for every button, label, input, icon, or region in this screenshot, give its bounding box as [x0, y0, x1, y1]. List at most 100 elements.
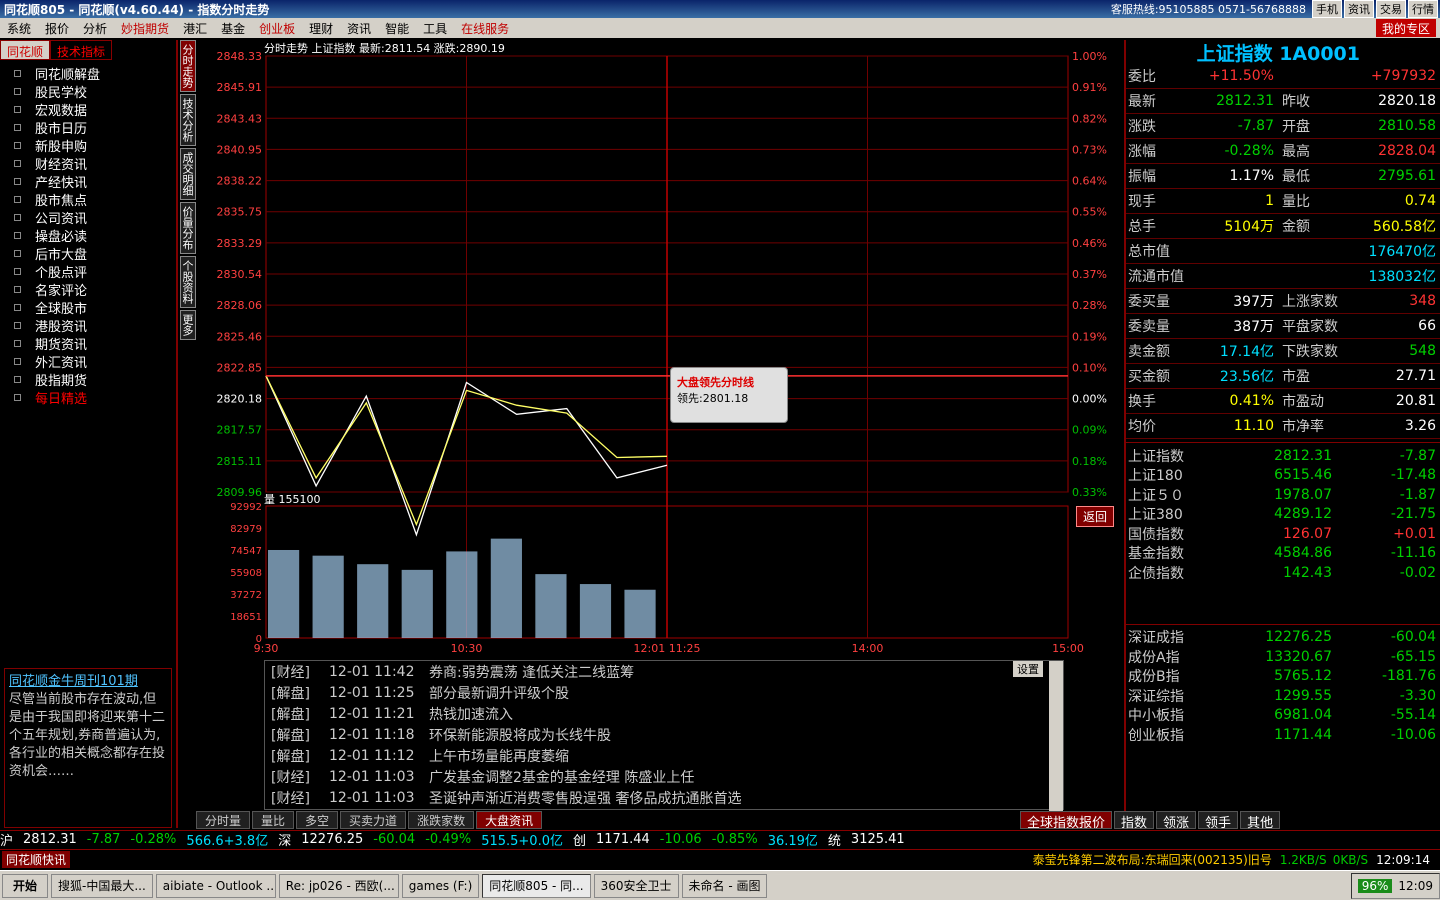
- index-row[interactable]: 深证综指 1299.55 -3.30: [1126, 686, 1440, 706]
- vertical-tab-3[interactable]: 价量分布: [180, 202, 196, 254]
- menu-item-6[interactable]: 创业板: [252, 20, 302, 37]
- right-tab-0[interactable]: 全球指数报价: [1020, 811, 1113, 831]
- menu-item-2[interactable]: 分析: [76, 20, 114, 37]
- bottom-tab-3[interactable]: 买卖力道: [340, 811, 407, 829]
- nav-item-4[interactable]: 新股申购: [14, 136, 176, 155]
- nav-item-9[interactable]: 操盘必读: [14, 226, 176, 245]
- back-button[interactable]: 返回: [1076, 506, 1115, 527]
- bottom-tab-0[interactable]: 分时量: [196, 811, 251, 829]
- news-row[interactable]: [解盘] 12-01 11:12 上午市场量能再度萎缩: [265, 745, 1063, 766]
- index-row[interactable]: 成份A指 13320.67 -65.15: [1126, 647, 1440, 667]
- titlebar-button-quote[interactable]: 行情: [1408, 0, 1438, 18]
- nav-item-0[interactable]: 同花顺解盘: [14, 64, 176, 83]
- flash-news-badge[interactable]: 同花顺快讯: [2, 851, 71, 868]
- index-row[interactable]: 中小板指 6981.04 -55.14: [1126, 706, 1440, 726]
- vertical-tab-0[interactable]: 分时走势: [180, 40, 196, 92]
- weekly-news-headline[interactable]: 同花顺金牛周刊101期: [9, 673, 167, 691]
- my-zone-button[interactable]: 我的专区: [1375, 19, 1436, 37]
- taskbar-task-5[interactable]: 360安全卫士: [593, 873, 679, 898]
- tab-indicators[interactable]: 技术指标: [50, 40, 113, 60]
- quote-label: 流通市值: [1128, 269, 1184, 285]
- taskbar-task-1[interactable]: aibiate - Outlook ...: [155, 873, 276, 898]
- news-row[interactable]: [解盘] 12-01 11:18 环保新能源股将成为长线牛股: [265, 724, 1063, 745]
- news-category: [财经]: [271, 664, 310, 681]
- nav-item-2[interactable]: 宏观数据: [14, 100, 176, 119]
- price-tick-label: 2835.75: [217, 206, 263, 219]
- nav-item-17[interactable]: 股指期货: [14, 370, 176, 389]
- bottom-tab-4[interactable]: 涨跌家数: [408, 811, 475, 829]
- news-scrollbar[interactable]: [1049, 661, 1063, 811]
- index-row[interactable]: 上证180 6515.46 -17.48: [1126, 466, 1440, 486]
- taskbar-task-4[interactable]: 同花顺805 - 同...: [482, 873, 591, 898]
- bottom-tab-2[interactable]: 多空: [296, 811, 339, 829]
- start-button[interactable]: 开始: [2, 873, 49, 898]
- index-row[interactable]: 国债指数 126.07 +0.01: [1126, 524, 1440, 544]
- menu-item-1[interactable]: 报价: [38, 20, 76, 37]
- news-row[interactable]: [财经] 12-01 11:03 圣诞钟声渐近消费零售股逞强 奢侈品成抗通胀首选: [265, 787, 1063, 808]
- index-row[interactable]: 企债指数 142.43 -0.02: [1126, 563, 1440, 583]
- menu-item-0[interactable]: 系统: [0, 20, 38, 37]
- taskbar-task-3[interactable]: games (F:): [401, 873, 480, 898]
- index-row[interactable]: 创业板指 1171.44 -10.06: [1126, 725, 1440, 745]
- menu-item-5[interactable]: 基金: [214, 20, 252, 37]
- nav-item-8[interactable]: 公司资讯: [14, 208, 176, 227]
- nav-item-12[interactable]: 名家评论: [14, 280, 176, 299]
- right-tab-3[interactable]: 领手: [1198, 811, 1239, 831]
- menu-item-4[interactable]: 港汇: [176, 20, 214, 37]
- bottom-tab-1[interactable]: 量比: [252, 811, 295, 829]
- vertical-tab-2[interactable]: 成交明细: [180, 148, 196, 200]
- index-row[interactable]: 基金指数 4584.86 -11.16: [1126, 544, 1440, 564]
- nav-item-5[interactable]: 财经资讯: [14, 154, 176, 173]
- ticker-text[interactable]: 泰莹先锋第二波布局:东瑞回来(002135)旧号: [1033, 851, 1272, 868]
- menu-item-11[interactable]: 在线服务: [454, 20, 516, 37]
- pct-tick-label: 0.46%: [1072, 237, 1107, 250]
- taskbar-task-0[interactable]: 搜狐-中国最大...: [51, 873, 153, 898]
- right-tab-2[interactable]: 领涨: [1156, 811, 1197, 831]
- bottom-tab-5[interactable]: 大盘资讯: [476, 811, 543, 829]
- taskbar-task-2[interactable]: Re: jp026 - 西欧(...: [278, 873, 399, 898]
- menu-item-9[interactable]: 智能: [378, 20, 416, 37]
- right-tab-4[interactable]: 其他: [1240, 811, 1281, 831]
- titlebar-button-phone[interactable]: 手机: [1312, 0, 1342, 18]
- titlebar-button-trade[interactable]: 交易: [1376, 0, 1406, 18]
- index-change: -3.30: [1399, 687, 1436, 704]
- index-row[interactable]: 深证成指 12276.25 -60.04: [1126, 628, 1440, 648]
- nav-item-18[interactable]: 每日精选: [14, 388, 176, 407]
- nav-item-14[interactable]: 港股资讯: [14, 316, 176, 335]
- status-item-13: -0.85%: [711, 832, 758, 847]
- vertical-tab-5[interactable]: 更多: [180, 310, 196, 340]
- nav-item-13[interactable]: 全球股市: [14, 298, 176, 317]
- nav-item-10[interactable]: 后市大盘: [14, 244, 176, 263]
- nav-item-6[interactable]: 产经快讯: [14, 172, 176, 191]
- news-row[interactable]: [解盘] 12-01 11:21 热钱加速流入: [265, 703, 1063, 724]
- vertical-tab-4[interactable]: 个股资料: [180, 256, 196, 308]
- nav-item-7[interactable]: 股市焦点: [14, 190, 176, 209]
- volume-bar: [490, 538, 522, 638]
- menu-item-8[interactable]: 资讯: [340, 20, 378, 37]
- intraday-chart[interactable]: 2848.33 1.00% 2845.91 0.91% 2843.43 0.82% 2840…: [196, 40, 1124, 660]
- index-row[interactable]: 上证指数 2812.31 -7.87: [1126, 446, 1440, 466]
- right-tab-1[interactable]: 指数: [1114, 811, 1155, 831]
- nav-item-15[interactable]: 期货资讯: [14, 334, 176, 353]
- quote-label: 均价: [1128, 419, 1156, 435]
- nav-item-11[interactable]: 个股点评: [14, 262, 176, 281]
- nav-item-1[interactable]: 股民学校: [14, 82, 176, 101]
- nav-item-3[interactable]: 股市日历: [14, 118, 176, 137]
- vertical-tab-1[interactable]: 技术分析: [180, 94, 196, 146]
- news-row[interactable]: [财经] 12-01 11:03 广发基金调整2基金的基金经理 陈盛业上任: [265, 766, 1063, 787]
- nav-item-16[interactable]: 外汇资讯: [14, 352, 176, 371]
- quote-value-2: 2795.61: [1378, 168, 1436, 184]
- tab-ths[interactable]: 同花顺: [0, 40, 51, 60]
- titlebar-button-info[interactable]: 资讯: [1344, 0, 1374, 18]
- news-settings-button[interactable]: 设置: [1013, 661, 1043, 677]
- index-row[interactable]: 上证５０ 1978.07 -1.87: [1126, 485, 1440, 505]
- menu-item-7[interactable]: 理财: [302, 20, 340, 37]
- index-row[interactable]: 上证380 4289.12 -21.75: [1126, 505, 1440, 525]
- menu-item-10[interactable]: 工具: [416, 20, 454, 37]
- news-row[interactable]: [财经] 12-01 11:42 券商:弱势震荡 逢低关注二线蓝筹: [265, 661, 1063, 682]
- index-row[interactable]: 成份B指 5765.12 -181.76: [1126, 667, 1440, 687]
- news-row[interactable]: [解盘] 12-01 11:25 部分最新调升评级个股: [265, 682, 1063, 703]
- menu-item-3[interactable]: 妙指期货: [114, 20, 176, 37]
- taskbar-task-6[interactable]: 未命名 - 画图: [681, 873, 768, 898]
- volume-tick-label: 74547: [230, 546, 262, 557]
